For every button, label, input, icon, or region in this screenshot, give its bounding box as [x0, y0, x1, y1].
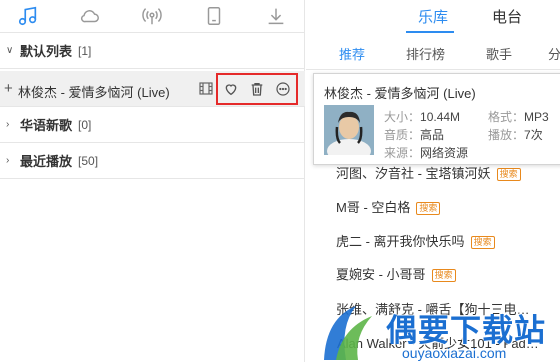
search-tag: 搜索 [416, 202, 441, 216]
radio-icon[interactable] [140, 4, 164, 28]
subtab-recommend[interactable]: 推荐 [339, 44, 365, 63]
chevron-right-icon: › [6, 155, 10, 166]
song-title: 林俊杰 - 爱情多恼河 (Live) [18, 85, 170, 100]
chevron-down-icon: ∨ [6, 45, 14, 56]
search-tag: 搜索 [470, 236, 495, 250]
playlist-group-recent[interactable]: › 最近播放 [50] [0, 143, 305, 179]
group-count: [50] [78, 153, 99, 168]
format-meta: 格式：MP3 [488, 108, 549, 125]
left-toolbar [0, 0, 304, 33]
album-cover [324, 105, 374, 155]
download-icon[interactable] [264, 4, 288, 28]
heart-icon[interactable] [222, 80, 240, 98]
quality-label: 音质： [384, 128, 421, 142]
watermark-url: ouyaoxiazai.com [402, 345, 507, 361]
size-meta: 大小：10.44M [384, 108, 460, 125]
list-item[interactable]: 夏婉安 - 小哥哥 搜索 [336, 264, 456, 283]
playlist-group-default[interactable]: ∨ 默认列表 [1] [0, 33, 304, 69]
list-item[interactable]: M哥 - 空白格 搜索 [336, 197, 441, 216]
source-meta: 来源：网络资源 [384, 144, 468, 161]
size-value: 10.44M [420, 110, 461, 124]
watermark-text: 偶要下载站 [386, 313, 546, 349]
subtab-charts[interactable]: 排行榜 [406, 44, 445, 63]
subtab-category[interactable]: 分 [548, 44, 560, 63]
plays-label: 播放： [488, 128, 525, 142]
popup-title: 林俊杰 - 爱情多恼河 (Live) [324, 86, 476, 101]
music-note-icon[interactable] [16, 4, 40, 28]
main-tabs: 乐库 电台 [306, 0, 560, 33]
song-title: 夏婉安 - 小哥哥 [336, 267, 426, 282]
format-value: MP3 [524, 110, 549, 124]
plays-meta: 播放：7次 [488, 126, 543, 143]
playlist-panel: ∨ 默认列表 [1] + 林俊杰 - 爱情多恼河 (Live) › 华语新歌 [… [0, 0, 305, 362]
list-item[interactable]: 虎二 - 离开我你快乐吗 搜索 [336, 231, 495, 250]
tab-radio[interactable]: 电台 [492, 6, 522, 27]
delete-icon[interactable] [248, 80, 266, 98]
device-icon[interactable] [202, 4, 226, 28]
group-name: 默认列表 [20, 44, 73, 59]
quality-meta: 音质：高品 [384, 126, 444, 143]
plays-value: 7次 [524, 128, 543, 142]
group-count: [1] [78, 43, 92, 58]
quality-value: 高品 [420, 128, 445, 142]
search-tag: 搜索 [431, 269, 456, 283]
source-label: 来源： [384, 146, 421, 160]
size-label: 大小： [384, 110, 421, 124]
song-info-popup: 林俊杰 - 爱情多恼河 (Live) 大小：10.44M 格式：MP3 音质：高… [313, 73, 560, 165]
format-label: 格式： [488, 110, 525, 124]
song-title: 河图、汐音社 - 宝塔镇河妖 [336, 166, 491, 181]
subtab-singers[interactable]: 歌手 [486, 44, 512, 63]
source-value: 网络资源 [420, 146, 469, 160]
cloud-icon[interactable] [78, 4, 102, 28]
add-icon[interactable]: + [4, 80, 13, 97]
more-icon[interactable] [274, 80, 292, 98]
playlist-group-new[interactable]: › 华语新歌 [0] [0, 107, 305, 143]
song-title: M哥 - 空白格 [336, 200, 411, 215]
group-name: 华语新歌 [20, 118, 73, 133]
group-count: [0] [78, 117, 92, 132]
search-tag: 搜索 [496, 168, 521, 182]
group-name: 最近播放 [20, 154, 73, 169]
list-item[interactable]: 河图、汐音社 - 宝塔镇河妖 搜索 [336, 163, 521, 182]
mv-icon[interactable] [199, 82, 213, 95]
song-title: 虎二 - 离开我你快乐吗 [336, 234, 465, 249]
tab-library[interactable]: 乐库 [418, 6, 448, 27]
chevron-right-icon: › [6, 119, 10, 130]
sub-tabs: 推荐 排行榜 歌手 分 [306, 33, 560, 70]
